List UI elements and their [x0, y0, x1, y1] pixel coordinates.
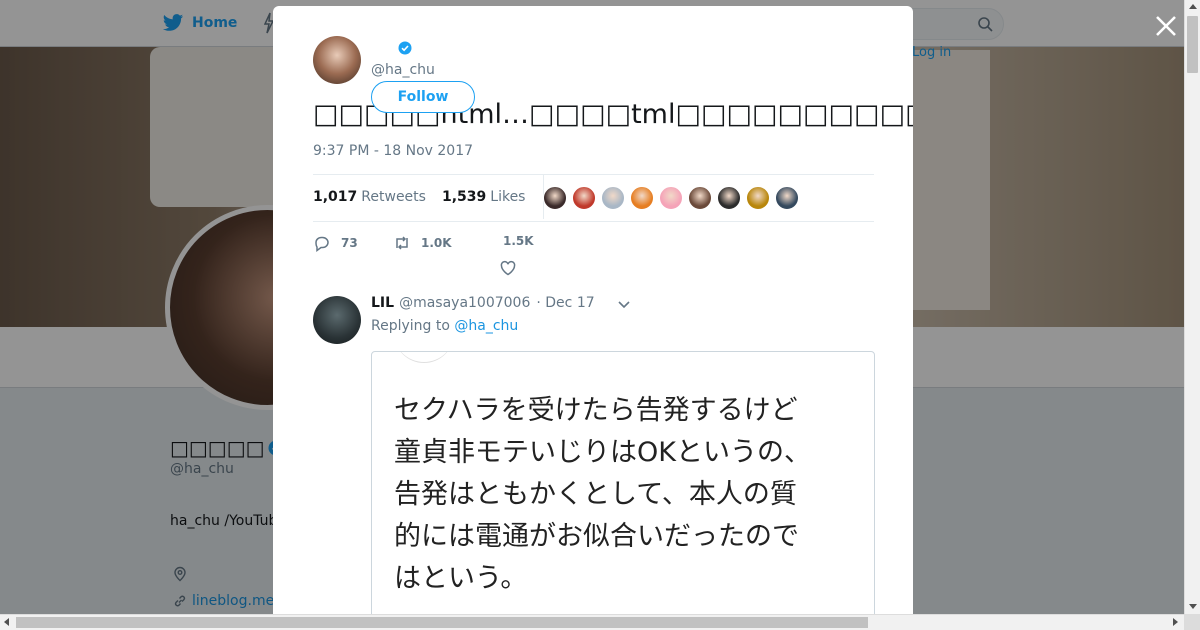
liker-avatar[interactable]: [543, 186, 567, 210]
retweet-action[interactable]: 1.0K: [393, 234, 452, 252]
scroll-down-arrow[interactable]: [1189, 604, 1197, 609]
retweets-label[interactable]: Retweets: [361, 189, 426, 205]
reply-author-handle[interactable]: @masaya1007006: [399, 295, 530, 311]
likes-count[interactable]: 1,539: [442, 189, 486, 205]
reply-icon: [315, 236, 329, 252]
reply-image-card[interactable]: セクハラを受けたら告発するけど 童貞非モテいじりはOKというの、 告発はともかくとし…: [371, 351, 875, 614]
reply-header: LIL @masaya1007006 · Dec 17: [371, 293, 595, 313]
verified-badge-icon: [398, 40, 412, 55]
reply-action[interactable]: 73: [313, 234, 358, 252]
vertical-scroll-thumb[interactable]: [1187, 16, 1198, 73]
liker-avatars: [543, 186, 799, 210]
horizontal-scroll-thumb[interactable]: [16, 617, 868, 628]
scrollbar-corner: [1184, 614, 1200, 630]
replying-to-link[interactable]: @ha_chu: [454, 318, 518, 334]
card-text-line: セクハラを受けたら告発するけど: [394, 395, 798, 426]
like-count-action[interactable]: 1.5K: [503, 234, 534, 248]
card-text-line: はという。: [394, 563, 528, 594]
divider: [313, 221, 874, 222]
tweet-author-avatar[interactable]: [313, 36, 361, 84]
liker-avatar[interactable]: [775, 186, 799, 210]
replying-prefix: Replying to: [371, 318, 450, 334]
liker-avatar[interactable]: [572, 186, 596, 210]
card-image-decoration: [394, 352, 454, 363]
like-heart-icon[interactable]: [499, 259, 517, 277]
follow-button[interactable]: Follow: [371, 81, 475, 113]
liker-avatar[interactable]: [659, 186, 683, 210]
scroll-right-arrow[interactable]: [1173, 618, 1178, 626]
tweet-stats: 1,017 Retweets 1,539 Likes: [313, 182, 541, 212]
reply-count: 73: [341, 236, 358, 250]
chevron-down-icon[interactable]: [616, 296, 632, 312]
card-text-line: 童貞非モテいじりはOKというの、: [394, 437, 811, 468]
liker-avatar[interactable]: [717, 186, 741, 210]
liker-avatar[interactable]: [688, 186, 712, 210]
likes-label[interactable]: Likes: [490, 189, 525, 205]
scroll-up-arrow[interactable]: [1189, 4, 1197, 9]
retweet-icon: [396, 236, 408, 250]
tweet-modal: @ha_chu □□□□□html…□□□□tml□□□□□□□□□□□□□□□…: [273, 6, 913, 614]
divider: [313, 174, 874, 175]
reply-author-avatar[interactable]: [313, 296, 361, 344]
tweet-timestamp[interactable]: 9:37 PM - 18 Nov 2017: [313, 143, 473, 159]
retweets-count[interactable]: 1,017: [313, 189, 357, 205]
card-image-text: セクハラを受けたら告発するけど 童貞非モテいじりはOKというの、 告発はともかくとし…: [394, 390, 864, 600]
scroll-left-arrow[interactable]: [4, 618, 9, 626]
reply-author-name[interactable]: LIL: [371, 295, 394, 311]
horizontal-scrollbar[interactable]: [0, 614, 1184, 630]
tweet-author-handle[interactable]: @ha_chu: [371, 62, 435, 78]
replying-to: Replying to @ha_chu: [371, 318, 518, 334]
liker-avatar[interactable]: [746, 186, 770, 210]
close-modal-button[interactable]: [1152, 12, 1180, 40]
card-text-line: 的には電通がお似合いだったので: [394, 521, 799, 552]
card-text-line: 告発はともかくとして、本人の質: [394, 479, 797, 510]
reply-timestamp[interactable]: · Dec 17: [536, 295, 594, 311]
close-icon: [1156, 16, 1176, 36]
liker-avatar[interactable]: [630, 186, 654, 210]
vertical-scrollbar[interactable]: [1184, 0, 1200, 614]
liker-avatar[interactable]: [601, 186, 625, 210]
retweet-count: 1.0K: [421, 236, 452, 250]
like-count: 1.5K: [503, 234, 534, 248]
